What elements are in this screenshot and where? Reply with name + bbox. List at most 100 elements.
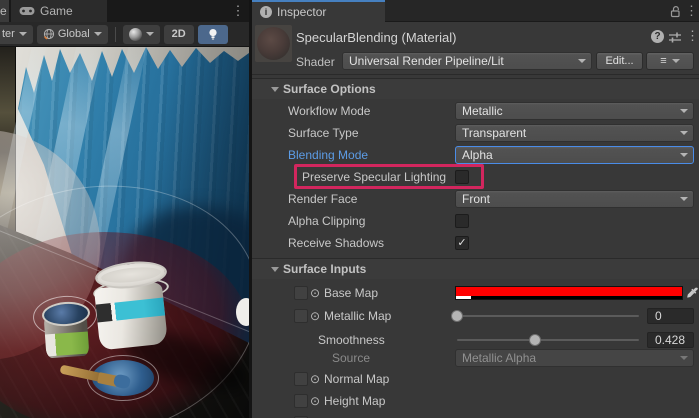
tab-inspector-label: Inspector bbox=[277, 5, 326, 19]
object-picker-icon[interactable]: ⊙ bbox=[310, 282, 320, 304]
surface-inputs-header[interactable]: Surface Inputs bbox=[252, 258, 699, 279]
foldout-arrow-icon[interactable] bbox=[271, 267, 279, 272]
pivot-label: ter bbox=[2, 28, 15, 40]
tab-inspector[interactable]: i Inspector bbox=[252, 2, 385, 22]
shader-dropdown[interactable]: Universal Render Pipeline/Lit bbox=[342, 52, 592, 70]
scene-lighting-toggle[interactable] bbox=[198, 25, 228, 44]
bucket-lid-inner bbox=[100, 265, 161, 285]
smoothness-slider-knob[interactable] bbox=[529, 334, 541, 346]
chevron-down-icon bbox=[680, 153, 688, 157]
workflow-mode-dropdown[interactable]: Metallic bbox=[455, 102, 694, 120]
gamepad-icon bbox=[19, 6, 35, 16]
smoothness-value-field[interactable]: 0.428 bbox=[647, 332, 694, 348]
chevron-down-icon bbox=[94, 32, 102, 36]
chevron-down-icon bbox=[680, 131, 688, 135]
object-picker-icon[interactable]: ⊙ bbox=[310, 390, 320, 412]
toggle-2d-button[interactable]: 2D bbox=[164, 25, 194, 44]
receive-shadows-checkbox[interactable]: ✓ bbox=[455, 236, 469, 250]
game-tabbar: e Game ⋮ bbox=[0, 0, 249, 22]
material-header: SpecularBlending (Material) ? ⋮ Shader U… bbox=[252, 22, 699, 75]
workflow-mode-row: Workflow Mode Metallic bbox=[252, 100, 699, 122]
shader-edit-button[interactable]: Edit... bbox=[596, 52, 643, 70]
chevron-down-icon bbox=[680, 356, 688, 360]
tab-scene-partial[interactable]: e bbox=[0, 0, 9, 22]
metallic-slider[interactable] bbox=[457, 315, 639, 317]
alpha-bar bbox=[456, 296, 682, 299]
normal-map-row: ⊙ Normal Map bbox=[252, 368, 699, 390]
source-value: Metallic Alpha bbox=[462, 351, 536, 365]
shading-mode-dropdown[interactable] bbox=[123, 25, 160, 44]
metallic-map-texture-slot[interactable] bbox=[294, 309, 308, 323]
source-row: Source Metallic Alpha bbox=[252, 347, 699, 369]
metallic-value-field[interactable]: 0 bbox=[647, 308, 694, 324]
info-icon: i bbox=[260, 6, 272, 18]
workflow-mode-value: Metallic bbox=[462, 104, 503, 118]
preserve-specular-checkbox[interactable] bbox=[455, 170, 469, 184]
normal-map-label: Normal Map bbox=[324, 368, 389, 390]
blending-mode-label: Blending Mode bbox=[288, 144, 368, 166]
global-dropdown[interactable]: Global bbox=[37, 25, 108, 44]
eyedropper-icon[interactable] bbox=[686, 286, 699, 300]
surface-type-dropdown[interactable]: Transparent bbox=[455, 124, 694, 142]
smoothness-slider[interactable] bbox=[457, 339, 639, 341]
blending-mode-row: Blending Mode Alpha bbox=[252, 144, 699, 166]
bucket-label-band bbox=[96, 298, 166, 323]
unity-editor: e Game ⋮ ter bbox=[0, 0, 699, 418]
game-pane-menu-icon[interactable]: ⋮ bbox=[231, 0, 245, 22]
2d-label: 2D bbox=[172, 28, 186, 40]
metallic-slider-knob[interactable] bbox=[451, 310, 463, 322]
material-menu-icon[interactable]: ⋮ bbox=[686, 28, 698, 44]
preserve-specular-row: Preserve Specular Lighting bbox=[252, 166, 699, 188]
game-viewport[interactable] bbox=[0, 47, 249, 418]
inspector-pane-menu-icon[interactable]: ⋮ bbox=[685, 0, 697, 22]
workflow-mode-label: Workflow Mode bbox=[288, 100, 370, 122]
material-title: SpecularBlending (Material) bbox=[296, 30, 456, 45]
alpha-clipping-label: Alpha Clipping bbox=[288, 210, 365, 232]
chevron-down-icon bbox=[680, 109, 688, 113]
chevron-down-icon bbox=[680, 197, 688, 201]
render-face-dropdown[interactable]: Front bbox=[455, 190, 694, 208]
height-map-texture-slot[interactable] bbox=[294, 394, 308, 408]
inspector-tabbar: i Inspector ⋮ bbox=[252, 0, 699, 22]
material-preview-sphere bbox=[257, 27, 290, 60]
presets-icon[interactable] bbox=[668, 31, 682, 43]
tab-game[interactable]: Game bbox=[11, 0, 107, 22]
hamburger-icon: ≡ bbox=[660, 53, 666, 69]
scene-toolbar: ter Global 2D bbox=[0, 22, 249, 47]
metallic-map-label: Metallic Map bbox=[324, 305, 391, 327]
paint-can-label bbox=[45, 332, 89, 357]
lightbulb-icon bbox=[208, 28, 218, 41]
normal-map-texture-slot[interactable] bbox=[294, 372, 308, 386]
chevron-down-icon bbox=[19, 32, 27, 36]
globe-icon bbox=[43, 28, 55, 40]
base-map-color-swatch[interactable] bbox=[455, 286, 683, 300]
shader-label: Shader bbox=[296, 55, 335, 69]
object-picker-icon[interactable]: ⊙ bbox=[310, 305, 320, 327]
white-object-edge bbox=[236, 298, 249, 326]
source-label: Source bbox=[332, 347, 370, 369]
global-label: Global bbox=[58, 28, 90, 40]
surface-options-title: Surface Options bbox=[283, 82, 376, 96]
surface-type-value: Transparent bbox=[462, 126, 526, 140]
receive-shadows-label: Receive Shadows bbox=[288, 232, 384, 254]
material-thumbnail[interactable] bbox=[255, 25, 292, 62]
shader-list-button[interactable]: ≡ bbox=[646, 52, 694, 70]
paint-bucket bbox=[94, 282, 168, 351]
base-map-texture-slot[interactable] bbox=[294, 286, 308, 300]
height-map-label: Height Map bbox=[324, 390, 385, 412]
surface-options-header[interactable]: Surface Options bbox=[252, 78, 699, 99]
lock-icon[interactable] bbox=[669, 5, 681, 18]
next-row-partial bbox=[252, 412, 699, 418]
render-face-label: Render Face bbox=[288, 188, 357, 210]
object-picker-icon[interactable]: ⊙ bbox=[310, 368, 320, 390]
help-icon[interactable]: ? bbox=[651, 30, 664, 43]
pivot-dropdown[interactable]: ter bbox=[0, 25, 33, 44]
preserve-specular-label: Preserve Specular Lighting bbox=[302, 166, 446, 188]
alpha-bar-fill bbox=[456, 296, 471, 299]
blending-mode-dropdown[interactable]: Alpha bbox=[455, 146, 694, 164]
shader-value: Universal Render Pipeline/Lit bbox=[349, 54, 504, 68]
base-map-label: Base Map bbox=[324, 282, 378, 304]
alpha-clipping-checkbox[interactable] bbox=[455, 214, 469, 228]
foldout-arrow-icon[interactable] bbox=[271, 87, 279, 92]
height-map-row: ⊙ Height Map bbox=[252, 390, 699, 412]
